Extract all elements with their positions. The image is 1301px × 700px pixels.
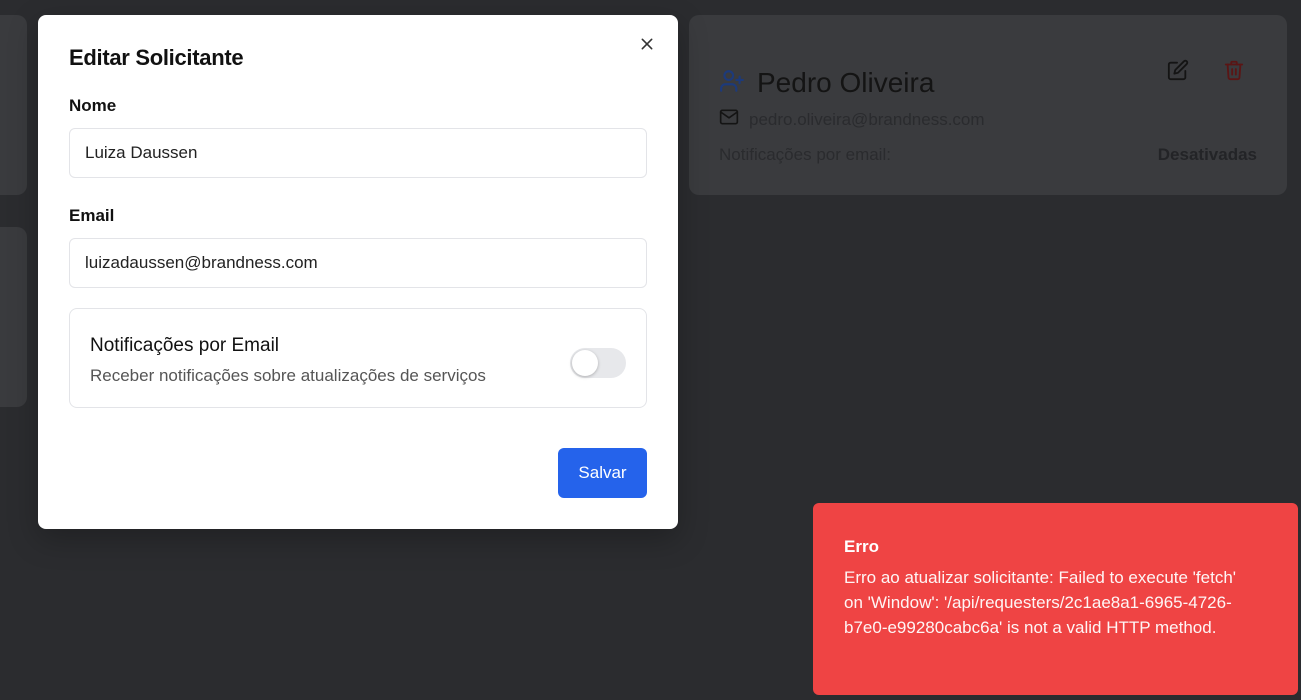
notifications-description: Receber notificações sobre atualizações … [90,366,486,385]
toast-title: Erro [844,537,879,556]
email-label: Email [69,206,115,225]
requester-card-header: Pedro Oliveira [719,67,934,99]
trash-icon[interactable] [1223,59,1245,81]
user-plus-icon [719,68,745,99]
save-button[interactable]: Salvar [558,448,647,498]
name-input[interactable] [69,128,647,178]
close-icon[interactable] [639,36,655,57]
requester-email: pedro.oliveira@brandness.com [749,109,985,129]
toggle-knob [572,350,598,376]
notifications-title: Notificações por Email [90,335,280,356]
name-label: Nome [69,96,117,115]
requester-actions [1167,59,1245,81]
dialog-title: Editar Solicitante [69,45,244,70]
app-stage: Pedro Oliveira pedro.oliveira@brandness.… [0,0,1301,700]
notifications-value: Desativadas [1157,145,1257,164]
email-notifications-setting: Notificações por Email Receber notificaç… [69,308,647,408]
edit-requester-dialog: Editar Solicitante Nome Email Notificaçõ… [38,15,678,529]
toast-message: Erro ao atualizar solicitante: Failed to… [844,568,1237,637]
requester-notifications-row: Notificações por email: Desativadas [719,145,1257,165]
requester-email-row: pedro.oliveira@brandness.com [719,107,985,132]
edit-icon[interactable] [1167,59,1189,81]
close-button[interactable] [638,37,656,55]
notifications-label: Notificações por email: [719,145,891,164]
requester-card: Pedro Oliveira pedro.oliveira@brandness.… [689,15,1287,195]
background-card-partial [0,227,27,407]
email-input[interactable] [69,238,647,288]
requester-name: Pedro Oliveira [757,67,935,98]
error-toast[interactable]: Erro Erro ao atualizar solicitante: Fail… [813,503,1298,695]
notifications-toggle[interactable] [570,348,626,378]
mail-icon [719,107,739,132]
background-card-partial [0,15,27,195]
